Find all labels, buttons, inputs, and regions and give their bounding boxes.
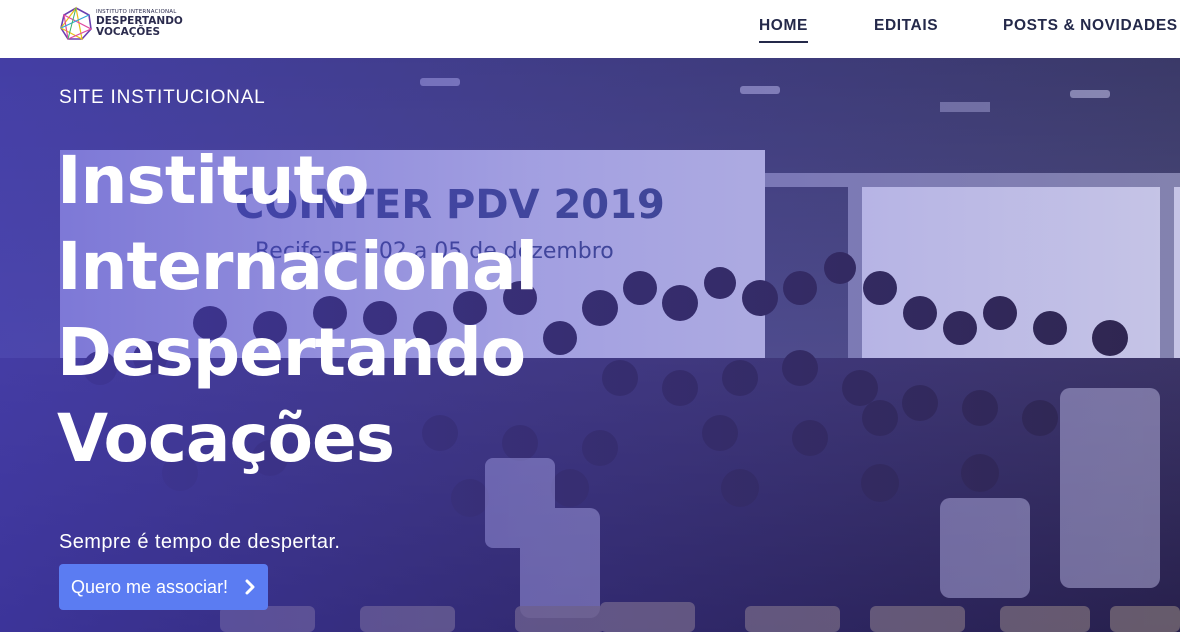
hero-title-line-1: Instituto — [57, 142, 369, 219]
hero-title-line-4: Vocações — [57, 400, 395, 477]
hero-title-line-3: Despertando — [57, 314, 526, 391]
hero-title: Instituto Internacional Despertando Voca… — [57, 138, 617, 482]
chevron-right-icon — [245, 579, 255, 595]
hero-eyebrow: SITE INSTITUCIONAL — [59, 87, 266, 108]
nav-editais[interactable]: EDITAIS — [874, 17, 938, 35]
hero-title-line-2: Internacional — [57, 228, 538, 305]
logo-text: INSTITUTO INTERNACIONAL DESPERTANDO VOCA… — [96, 9, 183, 38]
nav-posts-novidades[interactable]: POSTS & NOVIDADES — [1003, 17, 1178, 35]
hero-subtitle: Sempre é tempo de despertar. — [59, 531, 341, 553]
logo[interactable]: INSTITUTO INTERNACIONAL DESPERTANDO VOCA… — [58, 6, 198, 42]
logo-mark-icon — [60, 6, 93, 41]
logo-line-2: DESPERTANDO — [96, 14, 183, 27]
join-button[interactable]: Quero me associar! — [59, 564, 268, 610]
hero-section: COINTER PDV 2019 Recife-PE | 02 a 05 de … — [0, 58, 1180, 632]
join-button-label: Quero me associar! — [71, 576, 229, 597]
logo-line-3: VOCAÇÕES — [96, 25, 161, 38]
nav-home[interactable]: HOME — [759, 17, 808, 43]
site-header: INSTITUTO INTERNACIONAL DESPERTANDO VOCA… — [0, 0, 1180, 58]
